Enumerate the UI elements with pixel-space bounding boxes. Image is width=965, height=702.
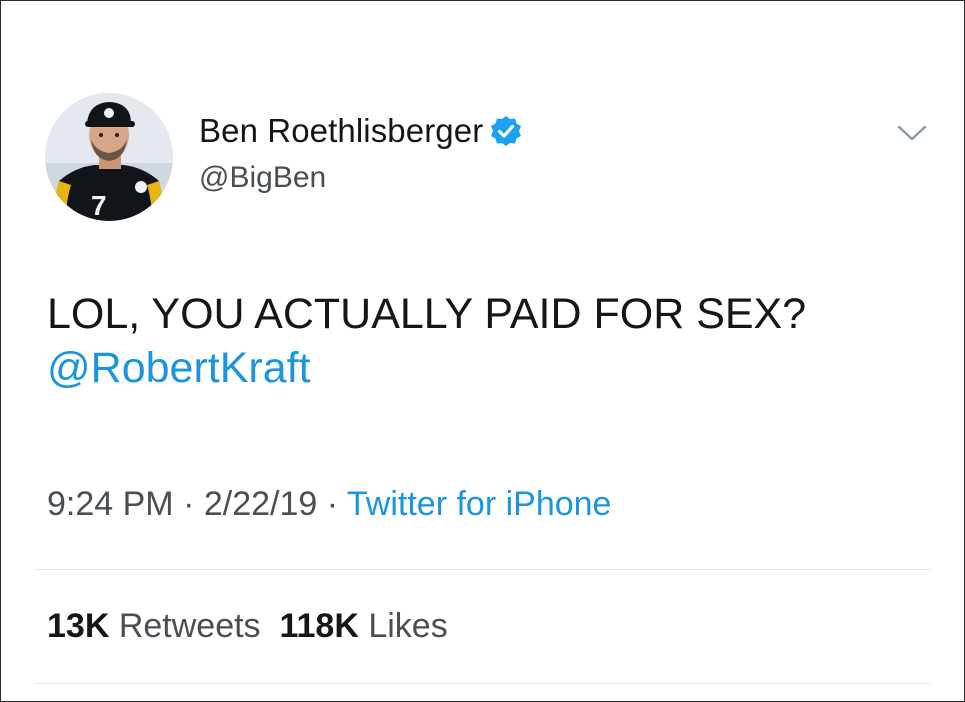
divider	[35, 683, 931, 684]
retweets-count: 13K	[47, 607, 110, 645]
display-name[interactable]: Ben Roethlisberger	[199, 112, 483, 150]
likes-label: Likes	[368, 607, 448, 645]
divider	[35, 569, 931, 570]
tweet-date[interactable]: 2/22/19	[204, 485, 317, 523]
tweet-card: 7 Ben Roethlisberger @BigBen LOL, YOU AC…	[0, 0, 965, 702]
mention-link[interactable]: @RobertKraft	[47, 341, 927, 395]
tweet-text: LOL, YOU ACTUALLY PAID FOR SEX? @RobertK…	[47, 287, 927, 395]
tweet-source-link[interactable]: Twitter for iPhone	[347, 485, 612, 523]
display-name-row[interactable]: Ben Roethlisberger	[199, 109, 523, 153]
verified-badge-icon	[489, 114, 523, 148]
meta-separator: ·	[317, 485, 347, 523]
tweet-time[interactable]: 9:24 PM	[47, 485, 174, 523]
chevron-down-icon[interactable]	[895, 121, 929, 145]
retweets-label: Retweets	[118, 607, 261, 645]
tweet-text-line: LOL, YOU ACTUALLY PAID FOR SEX?	[47, 290, 807, 338]
likes-stat[interactable]: 118K Likes	[279, 607, 447, 645]
meta-separator: ·	[173, 485, 204, 523]
avatar-image: 7	[45, 93, 173, 221]
svg-text:7: 7	[91, 190, 107, 221]
tweet-metadata: 9:24 PM · 2/22/19 · Twitter for iPhone	[47, 485, 611, 524]
tweet-stats: 13K Retweets 118K Likes	[47, 607, 448, 646]
user-handle[interactable]: @BigBen	[199, 161, 326, 195]
likes-count: 118K	[279, 607, 359, 645]
retweets-stat[interactable]: 13K Retweets	[47, 607, 261, 645]
avatar[interactable]: 7	[45, 93, 173, 221]
